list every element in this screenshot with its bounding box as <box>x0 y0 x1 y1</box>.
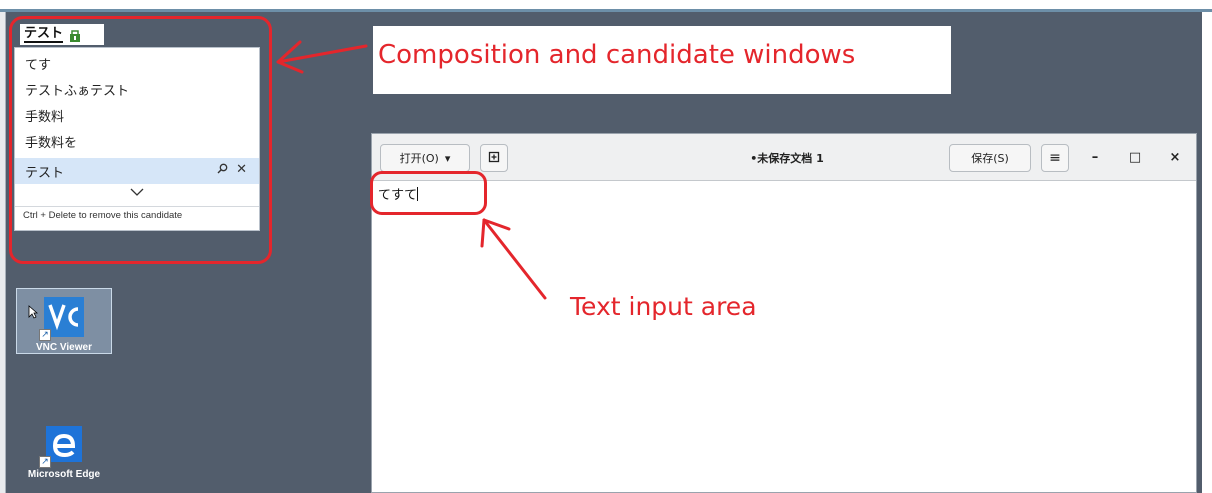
text-area-arrow-icon <box>482 218 547 300</box>
annotation-arrows <box>276 40 547 300</box>
